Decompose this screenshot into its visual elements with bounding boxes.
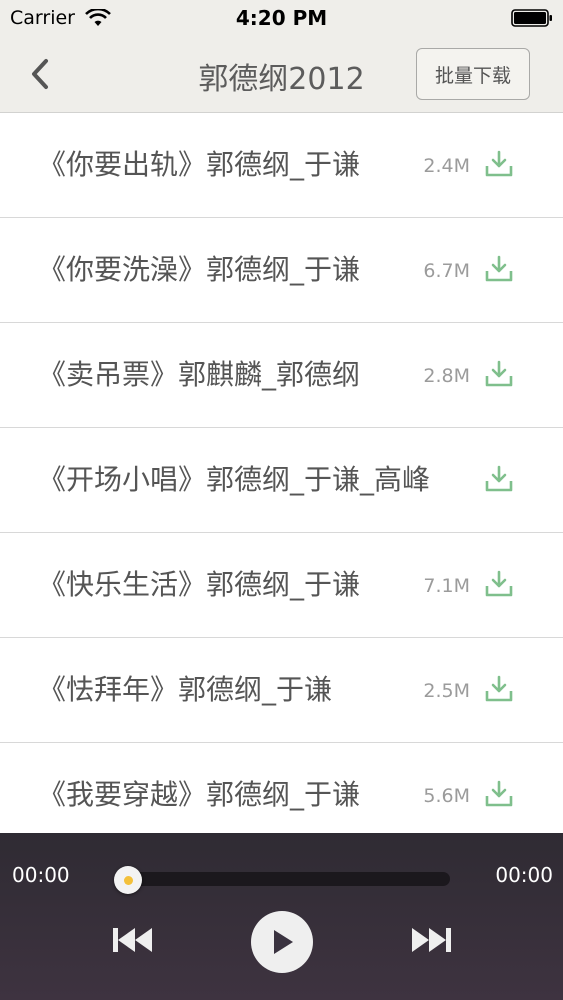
audio-player: 00:00 00:00 [0, 833, 563, 1000]
skip-previous-icon[interactable] [108, 923, 156, 957]
total-time: 00:00 [495, 863, 553, 887]
progress-slider[interactable] [118, 872, 450, 886]
track-row[interactable]: 《快乐生活》郭德纲_于谦 7.1M [0, 533, 563, 638]
page-title: 郭德纲2012 [198, 62, 365, 97]
track-size: 2.5M [390, 680, 470, 702]
download-icon[interactable] [484, 359, 514, 389]
track-title: 《开场小唱》郭德纲_于谦_高峰 [38, 463, 431, 496]
track-row[interactable]: 《你要洗澡》郭德纲_于谦 6.7M [0, 218, 563, 323]
track-size: 5.6M [390, 785, 470, 807]
track-row[interactable]: 《你要出轨》郭德纲_于谦 2.4M [0, 113, 563, 218]
download-icon[interactable] [484, 779, 514, 809]
track-row[interactable]: 《开场小唱》郭德纲_于谦_高峰 [0, 428, 563, 533]
download-icon[interactable] [484, 254, 514, 284]
download-icon[interactable] [484, 569, 514, 599]
track-size: 2.8M [390, 365, 470, 387]
status-time: 4:20 PM [235, 6, 328, 30]
track-row[interactable]: 《卖吊票》郭麒麟_郭德纲 2.8M [0, 323, 563, 428]
play-icon [274, 930, 293, 954]
navigation-bar: 郭德纲2012 批量下载 [0, 36, 563, 113]
batch-download-button[interactable]: 批量下载 [416, 48, 530, 100]
battery-icon [511, 9, 552, 27]
status-bar: Carrier 4:20 PM [0, 0, 563, 36]
back-button[interactable] [18, 52, 62, 96]
download-icon[interactable] [484, 149, 514, 179]
track-size: 6.7M [390, 260, 470, 282]
download-icon[interactable] [484, 464, 514, 494]
current-time: 00:00 [12, 863, 70, 887]
track-row[interactable]: 《怯拜年》郭德纲_于谦 2.5M [0, 638, 563, 743]
track-size: 2.4M [390, 155, 470, 177]
chevron-left-icon [32, 59, 48, 89]
skip-next-icon[interactable] [408, 923, 456, 957]
play-button[interactable] [251, 911, 313, 973]
download-icon[interactable] [484, 674, 514, 704]
track-size: 7.1M [390, 575, 470, 597]
track-list: 《你要出轨》郭德纲_于谦 2.4M 《你要洗澡》郭德纲_于谦 6.7M 《卖吊票… [0, 113, 563, 848]
progress-thumb[interactable] [114, 866, 142, 894]
